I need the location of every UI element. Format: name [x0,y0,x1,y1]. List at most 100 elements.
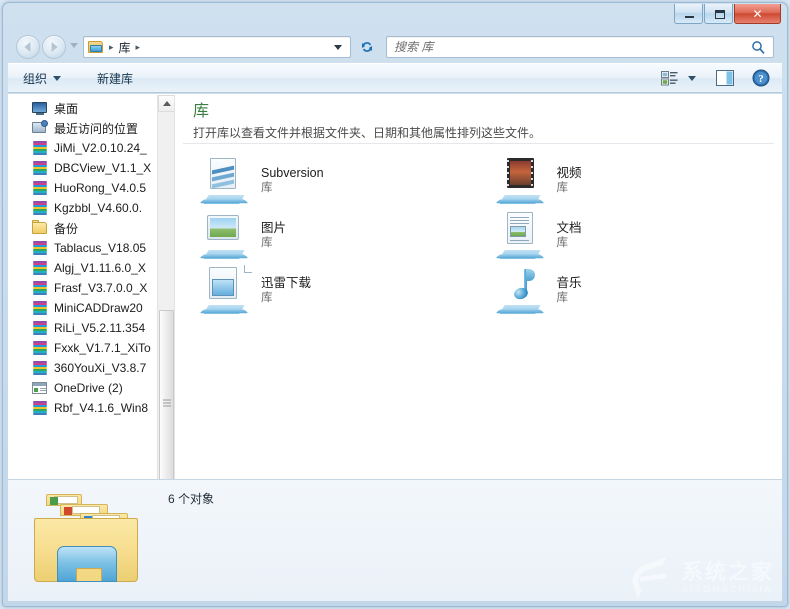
sidebar-item[interactable]: Kgzbbl_V4.60.0. [8,198,157,218]
sidebar-item-label: RiLi_V5.2.11.354 [54,321,146,335]
library-tile-text: Subversion 库 [261,165,324,196]
sidebar-item[interactable]: JiMi_V2.0.10.24_ [8,138,157,158]
sidebar-item-label: Frasf_V3.7.0.0_X [54,281,148,295]
close-icon: ✕ [752,6,763,21]
new-library-button[interactable]: 新建库 [88,66,142,91]
sidebar-item-label: Rbf_V4.1.6_Win8 [54,401,149,415]
library-tile[interactable]: 音乐库 [487,263,783,318]
new-library-label: 新建库 [97,71,134,86]
library-tile-text: 视频库 [557,165,582,196]
view-mode-icon [660,70,677,85]
scroll-up-button[interactable] [158,95,174,112]
library-tile-subtitle: 库 [556,182,569,194]
film-perforation [507,183,509,186]
film-perforation [531,165,533,168]
status-item-count: 6 个对象 [168,492,215,506]
sidebar-item[interactable]: 桌面 [8,98,157,118]
caption-button-group: ✕ [673,4,781,24]
sidebar-item[interactable]: OneDrive (2) [8,378,157,398]
library-tile-name: 图片 [261,221,287,235]
view-dropdown-button[interactable] [684,67,700,89]
address-dropdown-icon[interactable] [334,44,342,50]
archive-icon [32,280,48,296]
library-tile-name: 视频 [556,166,582,180]
library-tile-name: Subversion [261,166,324,180]
sidebar-item-label: DBCView_V1.1_X [54,161,152,175]
folder-icon [32,220,48,236]
library-tile[interactable]: 文档库 [487,208,783,263]
address-bar[interactable]: ▸ 库 ▸ [83,36,351,58]
address-bar-row: ▸ 库 ▸ [8,31,782,63]
breadcrumb-separator-trailing: ▸ [135,41,141,52]
archive-icon [32,320,48,336]
close-button[interactable]: ✕ [734,4,781,24]
watermark-logo-icon [628,557,676,599]
archive-icon [32,200,48,216]
watermark-chinese-text: 系统之家 [682,560,774,584]
organize-label: 组织 [23,71,48,86]
sidebar-item[interactable]: RiLi_V5.2.11.354 [8,318,157,338]
film-perforation [507,171,509,174]
details-text: 6 个对象 [168,490,772,507]
library-tile-subtitle: 库 [556,237,569,249]
breadcrumb-separator: ▸ [109,41,114,52]
sidebar-item-label: OneDrive (2) [54,381,123,395]
sidebar-item[interactable]: Tablacus_V18.05 [8,238,157,258]
tile-row: Subversion 库视频库 [191,153,782,208]
organize-button[interactable]: 组织 [14,66,70,91]
breadcrumb-item-library[interactable]: 库 [119,39,131,56]
sidebar-item[interactable]: 最近访问的位置 [8,118,157,138]
svg-text:?: ? [758,73,764,85]
library-tile-subtitle: 库 [261,292,273,304]
tile-row: 图片库文档库 [191,208,782,263]
tile-row: 迅雷下载库音乐库 [191,263,782,318]
archive-icon [32,340,48,356]
page-title: 库 [193,103,210,120]
libraries-folder-icon [88,40,104,54]
preview-pane-button[interactable] [712,67,738,89]
pictures-library-icon [199,211,251,261]
libraries-large-icon [28,488,148,588]
library-tile[interactable]: 图片库 [191,208,487,263]
minimize-button[interactable] [674,4,703,24]
page-description: 打开库以查看文件并根据文件夹、日期和其他属性排列这些文件。 [193,126,542,140]
sidebar-item[interactable]: DBCView_V1.1_X [8,158,157,178]
search-input[interactable] [387,40,751,54]
maximize-button[interactable] [704,4,733,24]
videos-library-icon [495,156,547,206]
help-button[interactable]: ? [748,67,774,89]
sidebar-item[interactable]: 360YouXi_V3.8.7 [8,358,157,378]
library-tile-name: 文档 [556,221,582,235]
recent-pages-dropdown-icon[interactable] [70,43,78,48]
sidebar-item[interactable]: Algj_V1.11.6.0_X [8,258,157,278]
sidebar-item[interactable]: MiniCADDraw20 [8,298,157,318]
library-tile[interactable]: 视频库 [487,153,783,208]
music-library-icon [495,266,547,316]
search-box[interactable] [386,36,774,58]
film-perforation [531,177,533,180]
library-tile[interactable]: Subversion 库 [191,153,487,208]
explorer-window: ✕ ▸ 库 ▸ 搜索 库 组织 新建库 ? 桌面 最近访问的位置 JiMi_V2… [2,2,788,607]
archive-icon [32,140,48,156]
archive-icon [32,180,48,196]
forward-button[interactable] [42,35,66,59]
library-tile[interactable]: 迅雷下载库 [191,263,487,318]
recent-places-icon [32,120,48,136]
library-tile-text: 文档库 [557,220,582,251]
sidebar-item-label: 360YouXi_V3.8.7 [54,361,147,375]
back-button[interactable] [16,35,40,59]
sidebar-item[interactable]: Rbf_V4.1.6_Win8 [8,398,157,418]
sidebar-item[interactable]: Frasf_V3.7.0.0_X [8,278,157,298]
refresh-button[interactable] [356,36,378,58]
library-tile-name: 迅雷下载 [261,276,312,290]
sidebar-item[interactable]: HuoRong_V4.0.5 [8,178,157,198]
change-view-button[interactable] [656,67,682,89]
documents-library-icon [495,211,547,261]
scrollbar-thumb[interactable] [159,310,174,495]
library-header: 库 打开库以查看文件并根据文件夹、日期和其他属性排列这些文件。 [175,95,782,140]
archive-icon [32,300,48,316]
sidebar-item[interactable]: 备份 [8,218,157,238]
sidebar-item-label: MiniCADDraw20 [54,301,143,315]
minimize-icon [685,16,694,18]
sidebar-item[interactable]: Fxxk_V1.7.1_XiTo [8,338,157,358]
